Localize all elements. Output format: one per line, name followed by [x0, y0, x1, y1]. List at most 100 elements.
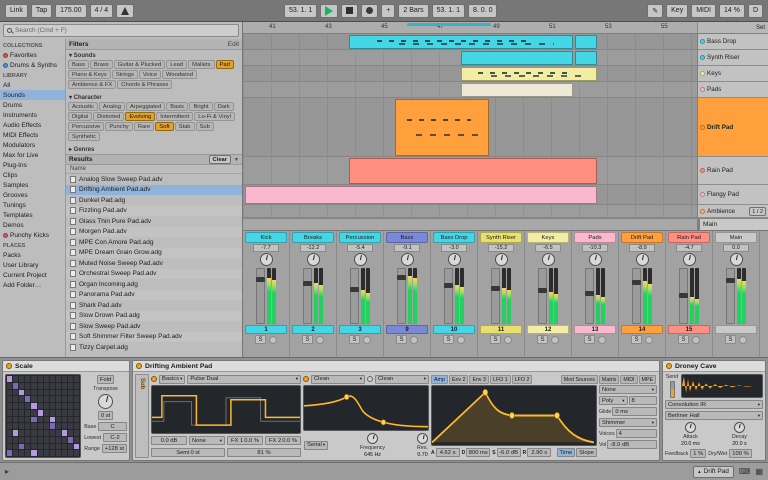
pan-knob[interactable] — [447, 253, 461, 266]
filter-tag-intermittent[interactable]: Intermittent — [156, 112, 194, 121]
volume-value[interactable]: -8.0 dB — [607, 440, 657, 449]
key-map-button[interactable]: Key — [666, 3, 689, 18]
scale-cell[interactable] — [31, 403, 37, 409]
result-item[interactable]: Drifting Ambient Pad.adv — [66, 184, 242, 195]
mod-tab-mod-sources[interactable]: Mod Sources — [560, 374, 598, 384]
scale-cell[interactable] — [43, 396, 49, 402]
result-item[interactable]: Panorama Pad.adv — [66, 289, 242, 300]
scale-cell[interactable] — [19, 389, 25, 396]
osc-fx1-value[interactable]: FX 1 0.0 % — [227, 436, 263, 445]
stop-button[interactable] — [341, 3, 359, 18]
scale-cell[interactable] — [25, 409, 31, 416]
scale-cell[interactable] — [37, 389, 43, 396]
filter-group-sounds[interactable]: ▾ Sounds — [66, 50, 242, 60]
scale-cell[interactable] — [25, 382, 31, 389]
info-expand-icon[interactable]: ▸ — [5, 467, 9, 476]
solo-button[interactable]: S — [678, 335, 689, 344]
env-attack-value[interactable]: 4.62 s — [435, 448, 460, 457]
solo-button[interactable]: S — [255, 335, 266, 344]
osc1-toggle[interactable] — [151, 376, 157, 382]
scale-cell[interactable] — [31, 409, 37, 416]
scale-cell[interactable] — [37, 376, 43, 382]
cue-button[interactable] — [363, 335, 371, 344]
envelope-display[interactable] — [431, 385, 597, 446]
volume-fader[interactable] — [538, 268, 547, 324]
volume-value[interactable]: -4.7 — [676, 244, 702, 252]
scale-cell[interactable] — [68, 416, 74, 423]
volume-fader[interactable] — [585, 268, 594, 324]
sidebar-item-add-folder[interactable]: Add Folder… — [0, 280, 65, 290]
filter-group-character[interactable]: ▾ Character — [66, 92, 242, 102]
scale-cell[interactable] — [61, 450, 67, 456]
scale-cell[interactable] — [37, 450, 43, 456]
track-chip[interactable]: Keys — [527, 232, 569, 243]
solo-button[interactable]: S — [349, 335, 360, 344]
sidebar-item-plug-ins[interactable]: Plug-Ins — [0, 160, 65, 170]
scale-cell[interactable] — [61, 396, 67, 402]
scale-cell[interactable] — [68, 376, 74, 382]
clip-rain-pad[interactable] — [349, 158, 597, 184]
overdub-button[interactable]: + — [381, 3, 396, 18]
scale-cell[interactable] — [43, 416, 49, 423]
filter-tag-acoustic[interactable]: Acoustic — [68, 102, 98, 111]
track-chip[interactable]: Rain Pad — [668, 232, 710, 243]
pan-knob[interactable] — [306, 253, 320, 266]
scale-cell[interactable] — [31, 423, 37, 429]
pan-knob[interactable] — [682, 253, 696, 266]
env-release-value[interactable]: 2.90 s — [527, 448, 552, 457]
unison-mode-select[interactable]: Shimmer ▾ — [599, 418, 657, 427]
scale-cell[interactable] — [49, 423, 55, 429]
ir-select[interactable]: Berliner Hall ▾ — [665, 411, 763, 420]
result-item[interactable]: Analog Slow Sweep Pad.adv — [66, 174, 242, 185]
grid-icon[interactable]: ▦ — [755, 467, 763, 476]
cue-button[interactable] — [269, 335, 277, 344]
track-chip[interactable]: Breaks — [292, 232, 334, 243]
loop-length[interactable]: 8. 0. 0 — [468, 3, 498, 18]
scale-cell[interactable] — [49, 376, 55, 382]
filter-tag-bass[interactable]: Bass — [68, 60, 89, 69]
main-track-row[interactable]: Main — [243, 218, 768, 230]
sidebar-item-punchy-kicks[interactable]: Punchy Kicks — [0, 230, 65, 240]
scale-cell[interactable] — [31, 443, 37, 450]
filter-tag-brass[interactable]: Brass — [89, 60, 113, 69]
track-number[interactable]: 15 — [668, 325, 710, 334]
clip-area[interactable] — [243, 34, 697, 218]
volume-value[interactable]: -5.4 — [347, 244, 373, 252]
scale-cell[interactable] — [25, 389, 31, 396]
wavetable-category-select[interactable]: Basics ▾ — [159, 374, 186, 384]
scale-cell[interactable] — [37, 396, 43, 402]
scale-cell[interactable] — [43, 436, 49, 443]
filter-tag-guitar-plucked[interactable]: Guitar & Plucked — [113, 60, 166, 69]
scale-cell[interactable] — [7, 396, 13, 402]
scale-cell[interactable] — [19, 409, 25, 416]
scale-cell[interactable] — [74, 382, 80, 389]
scale-cell[interactable] — [7, 450, 13, 456]
sidebar-item-sounds[interactable]: Sounds — [0, 90, 65, 100]
sidebar-item-templates[interactable]: Templates — [0, 210, 65, 220]
cue-button[interactable] — [410, 335, 418, 344]
track-chip[interactable]: Pads — [574, 232, 616, 243]
scale-cell[interactable] — [74, 450, 80, 456]
pan-knob[interactable] — [259, 253, 273, 266]
scale-cell[interactable] — [55, 423, 61, 429]
filter-tag-ambience-fx[interactable]: Ambience & FX — [68, 80, 117, 89]
sidebar-item-max-for-live[interactable]: Max for Live — [0, 150, 65, 160]
clip-bass-drop[interactable] — [349, 35, 573, 49]
scale-cell[interactable] — [37, 443, 43, 450]
sidebar-item-midi-effects[interactable]: MIDI Effects — [0, 130, 65, 140]
volume-fader[interactable] — [397, 268, 406, 324]
scale-cell[interactable] — [68, 443, 74, 450]
track-chip[interactable]: Main — [715, 232, 757, 243]
scale-cell[interactable] — [25, 396, 31, 402]
clip-pads[interactable] — [461, 83, 573, 97]
env-decay-value[interactable]: 800 ms — [466, 448, 491, 457]
track-number[interactable] — [715, 325, 757, 334]
filter-tag-voice[interactable]: Voice — [138, 70, 162, 79]
sidebar-item-packs[interactable]: Packs — [0, 250, 65, 260]
solo-button[interactable]: S — [302, 335, 313, 344]
scale-cell[interactable] — [13, 396, 19, 402]
scale-cell[interactable] — [61, 423, 67, 429]
scale-cell[interactable] — [13, 382, 19, 389]
filter-display[interactable] — [303, 385, 429, 431]
scale-cell[interactable] — [7, 443, 13, 450]
